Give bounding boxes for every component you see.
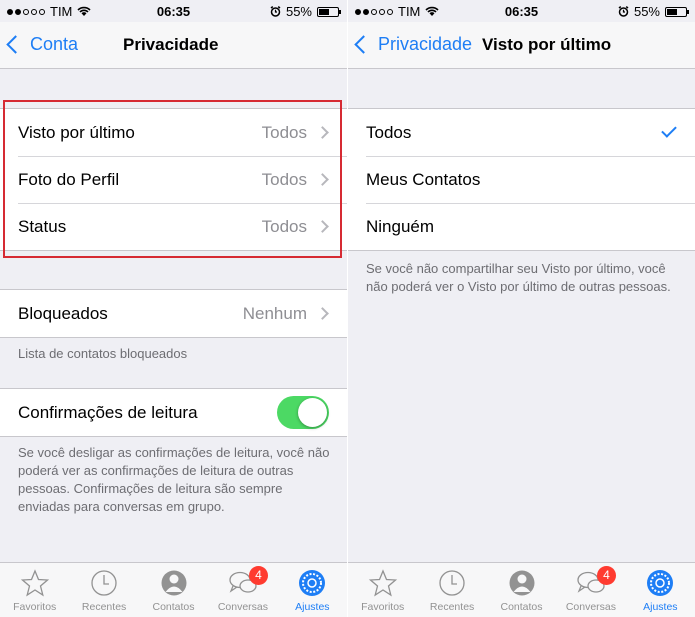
alarm-icon <box>270 6 281 17</box>
option-my-contacts[interactable]: Meus Contatos <box>348 156 695 203</box>
tab-bar: Favoritos Recentes Contatos 4 Conversas Ajust… <box>0 562 347 617</box>
tab-label: Recentes <box>81 601 127 613</box>
navigation-bar: Privacidade Visto por último <box>348 22 695 69</box>
tab-label: Ajustes <box>295 601 330 613</box>
unread-badge: 4 <box>248 566 268 585</box>
option-label: Meus Contatos <box>366 169 481 189</box>
read-receipts-footnote: Se você desligar as confirmações de leit… <box>18 445 330 514</box>
tab-favoritos[interactable]: Favoritos <box>348 563 417 617</box>
tab-label: Favoritos <box>13 601 57 613</box>
battery-icon <box>665 6 689 17</box>
last-seen-options-group: Todos Meus Contatos Ninguém <box>348 108 695 251</box>
row-blocked[interactable]: Bloqueados Nenhum <box>0 290 347 337</box>
last-seen-footnote: Se você não compartilhar seu Visto por ú… <box>366 261 671 294</box>
star-icon <box>368 569 398 597</box>
unread-badge: 4 <box>596 566 616 585</box>
status-bar: TIM 06:35 55% <box>0 0 347 22</box>
alarm-icon <box>618 6 629 17</box>
checkmark-icon <box>661 122 677 138</box>
row-label: Bloqueados <box>18 303 108 323</box>
chevron-left-icon <box>354 35 373 54</box>
person-icon <box>159 569 189 597</box>
option-everyone[interactable]: Todos <box>348 109 695 156</box>
battery-percent: 55% <box>633 4 660 19</box>
settings-gear-icon <box>645 569 675 597</box>
option-nobody[interactable]: Ninguém <box>348 203 695 250</box>
tab-label: Ajustes <box>643 601 678 613</box>
tab-conversas[interactable]: 4 Conversas <box>556 563 625 617</box>
blocked-footnote: Lista de contatos bloqueados <box>18 346 188 361</box>
back-button-label: Privacidade <box>378 34 473 54</box>
page-title: Visto por último <box>482 35 612 54</box>
last-seen-screen: TIM 06:35 55% Privacidade Visto por últi… <box>348 0 695 617</box>
tab-label: Conversas <box>217 601 269 613</box>
row-value: Nenhum <box>242 303 307 323</box>
tab-recentes[interactable]: Recentes <box>69 563 138 617</box>
row-label: Confirmações de leitura <box>18 402 198 422</box>
back-button-privacidade[interactable]: Privacidade <box>354 34 473 55</box>
back-button-conta[interactable]: Conta <box>6 34 79 55</box>
battery-percent: 55% <box>285 4 312 19</box>
read-receipts-group: Confirmações de leitura <box>0 388 347 437</box>
chevron-left-icon <box>6 35 25 54</box>
row-read-receipts: Confirmações de leitura <box>0 389 347 436</box>
tab-ajustes[interactable]: Ajustes <box>278 563 347 617</box>
person-icon <box>507 569 537 597</box>
tab-label: Contatos <box>152 601 195 613</box>
battery-icon <box>317 6 341 17</box>
tab-label: Contatos <box>500 601 543 613</box>
navigation-bar: Conta Privacidade <box>0 22 347 69</box>
tab-label: Conversas <box>565 601 617 613</box>
clock-icon <box>437 569 467 597</box>
star-icon <box>20 569 50 597</box>
option-label: Todos <box>366 122 412 142</box>
tab-contatos[interactable]: Contatos <box>487 563 556 617</box>
clock-icon <box>89 569 119 597</box>
settings-gear-icon <box>297 569 327 597</box>
chevron-right-icon <box>316 307 329 320</box>
status-bar: TIM 06:35 55% <box>348 0 695 22</box>
back-button-label: Conta <box>30 34 79 54</box>
tab-label: Recentes <box>429 601 475 613</box>
tab-bar: Favoritos Recentes Contatos 4 Conversas Ajust… <box>348 562 695 617</box>
tab-recentes[interactable]: Recentes <box>417 563 486 617</box>
tab-ajustes[interactable]: Ajustes <box>626 563 695 617</box>
tab-contatos[interactable]: Contatos <box>139 563 208 617</box>
page-title: Privacidade <box>123 35 219 54</box>
tab-favoritos[interactable]: Favoritos <box>0 563 69 617</box>
option-label: Ninguém <box>366 216 435 236</box>
tab-conversas[interactable]: 4 Conversas <box>208 563 277 617</box>
blocked-group: Bloqueados Nenhum <box>0 289 347 338</box>
tab-label: Favoritos <box>361 601 405 613</box>
read-receipts-toggle[interactable] <box>277 396 329 429</box>
toggle-knob <box>298 398 327 427</box>
privacy-screen: TIM 06:35 55% Conta Privacidade Visto po… <box>0 0 347 617</box>
highlight-box <box>3 100 342 258</box>
